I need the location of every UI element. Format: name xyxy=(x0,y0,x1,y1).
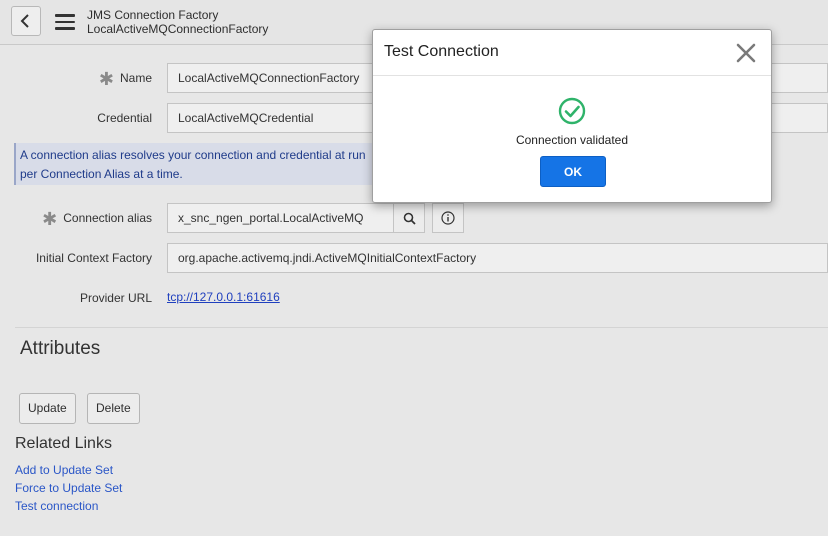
delete-button[interactable]: Delete xyxy=(87,393,140,424)
update-button[interactable]: Update xyxy=(19,393,76,424)
credential-label: Credential xyxy=(97,111,152,125)
lookup-button[interactable] xyxy=(393,203,425,233)
info-button[interactable] xyxy=(432,203,464,233)
search-icon xyxy=(403,212,416,225)
connection-alias-field[interactable]: x_snc_ngen_portal.LocalActiveMQ xyxy=(167,203,394,233)
required-icon: ✱ xyxy=(98,69,114,89)
menu-icon[interactable] xyxy=(55,14,75,30)
check-circle-icon xyxy=(558,97,586,125)
provider-url-link[interactable]: tcp://127.0.0.1:61616 xyxy=(167,290,280,304)
required-icon: ✱ xyxy=(42,209,58,229)
info-icon xyxy=(441,211,455,225)
info-line-1: A connection alias resolves your connect… xyxy=(20,148,366,162)
page-title: JMS Connection Factory xyxy=(87,8,219,22)
initial-context-factory-field[interactable]: org.apache.activemq.jndi.ActiveMQInitial… xyxy=(167,243,828,273)
provider-url-row: Provider URL xyxy=(0,283,828,313)
dialog-header: Test Connection xyxy=(373,30,771,76)
info-line-2: per Connection Alias at a time. xyxy=(20,167,183,181)
connection-alias-info: A connection alias resolves your connect… xyxy=(14,143,374,185)
initial-context-factory-row: Initial Context Factory org.apache.activ… xyxy=(0,243,828,273)
section-divider xyxy=(15,327,828,328)
add-to-update-set-link[interactable]: Add to Update Set xyxy=(15,463,113,477)
back-icon xyxy=(20,14,29,28)
initial-context-factory-label: Initial Context Factory xyxy=(35,251,152,265)
provider-url-label: Provider URL xyxy=(79,291,152,305)
name-label: ✱ Name xyxy=(98,69,152,89)
close-button[interactable] xyxy=(735,42,757,64)
force-to-update-set-link[interactable]: Force to Update Set xyxy=(15,481,122,495)
attributes-title: Attributes xyxy=(20,338,101,359)
dialog-message: Connection validated xyxy=(515,133,629,147)
dialog-title: Test Connection xyxy=(384,43,499,60)
close-icon xyxy=(736,43,756,63)
test-connection-link[interactable]: Test connection xyxy=(15,499,98,513)
back-button[interactable] xyxy=(11,6,41,36)
page-subtitle: LocalActiveMQConnectionFactory xyxy=(87,22,269,36)
test-connection-dialog: Test Connection Connection validated OK xyxy=(372,29,772,203)
ok-button[interactable]: OK xyxy=(540,156,606,187)
connection-alias-label: ✱ Connection alias xyxy=(42,209,152,229)
related-links-title: Related Links xyxy=(15,435,112,452)
connection-alias-row: ✱ Connection alias x_snc_ngen_portal.Loca… xyxy=(0,203,828,233)
